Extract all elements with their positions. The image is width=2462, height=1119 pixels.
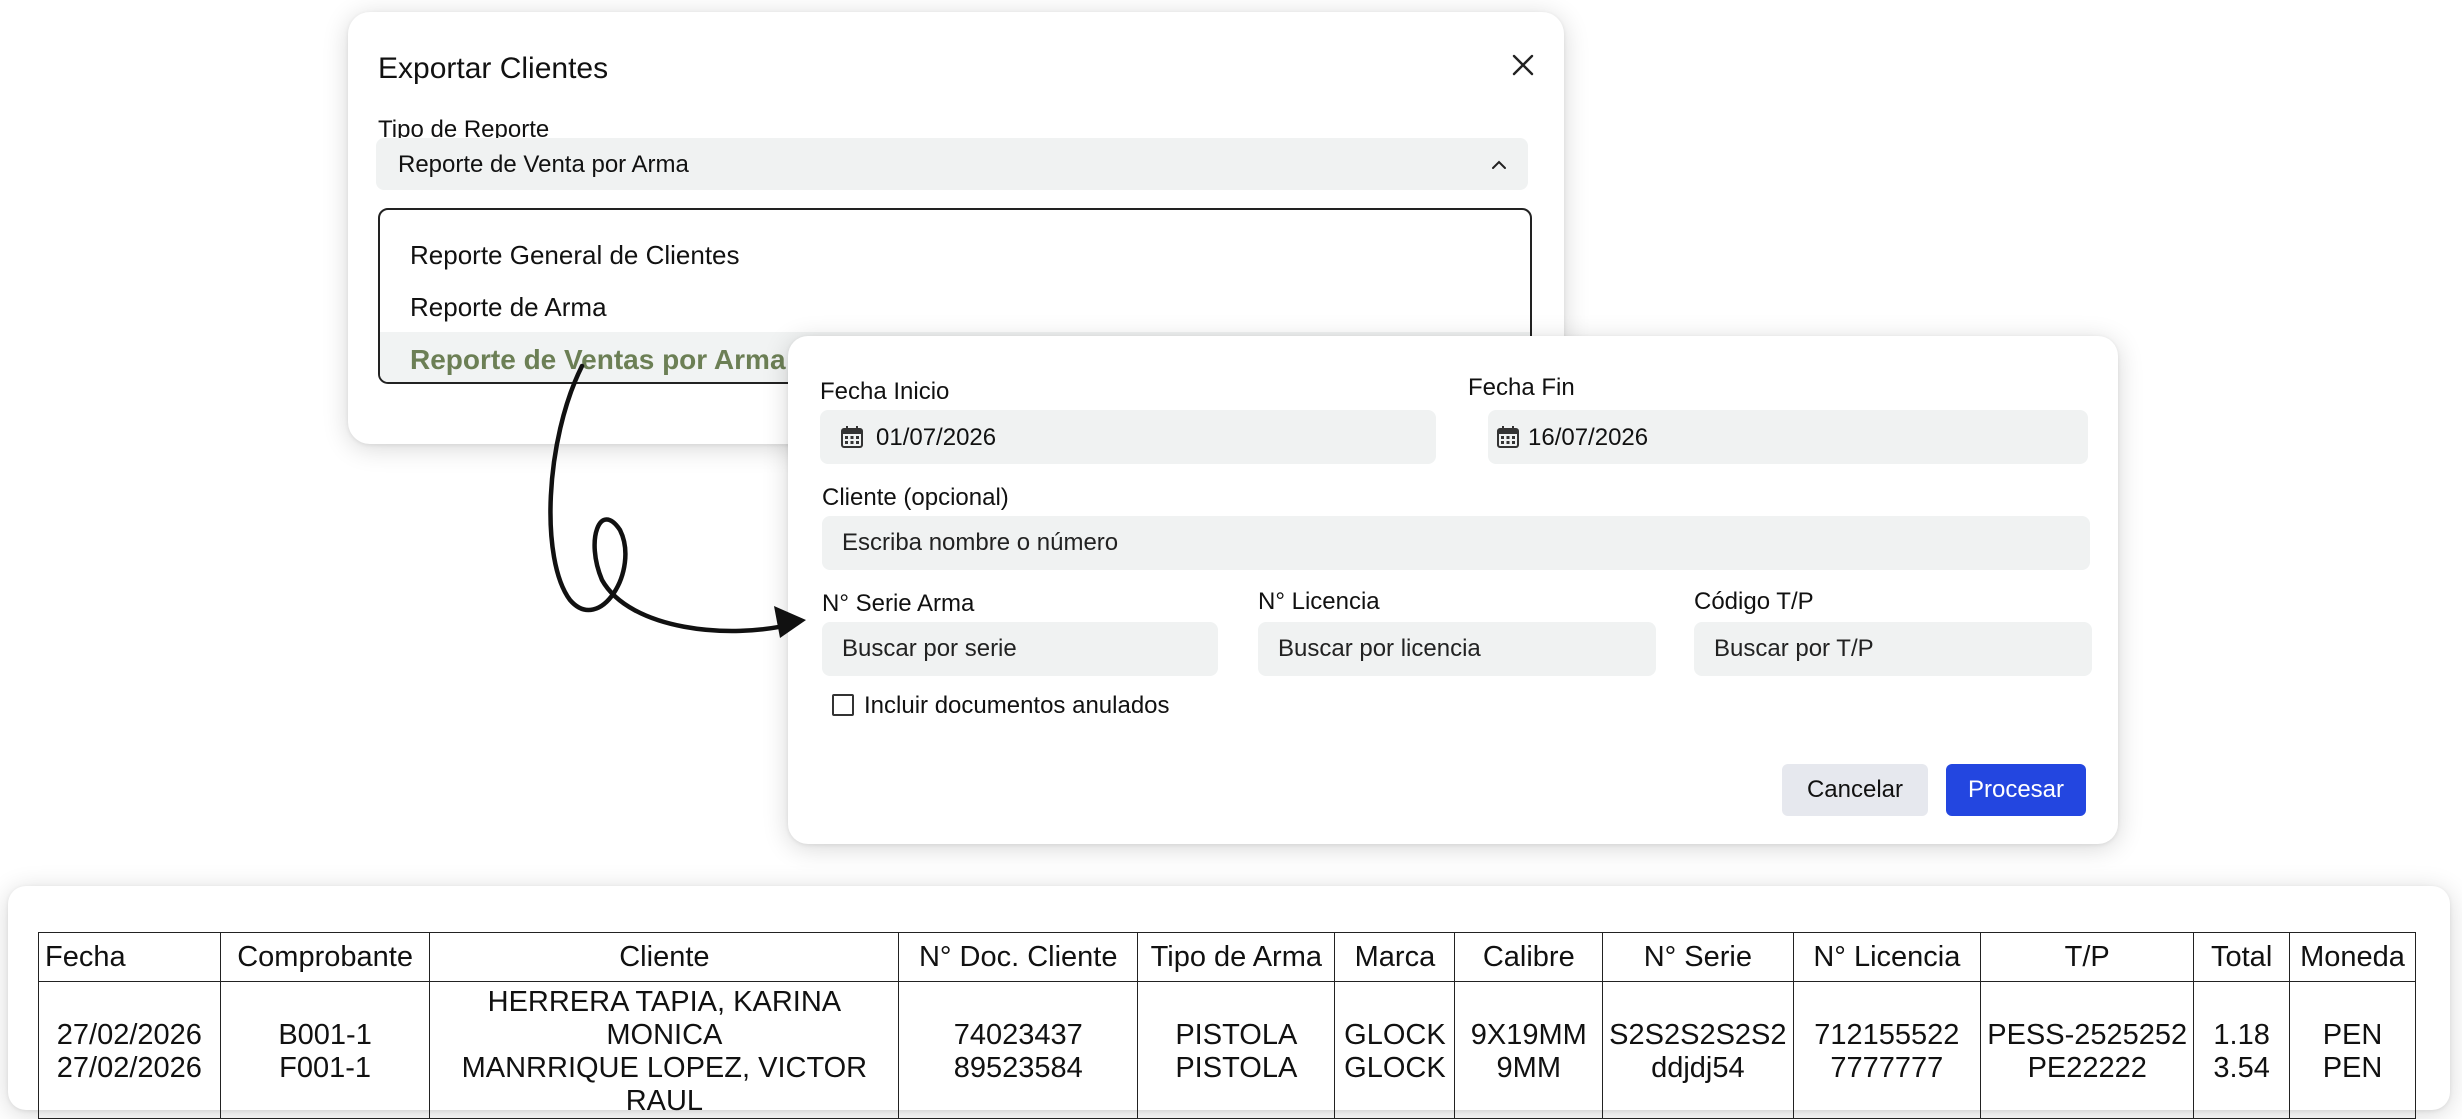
column-header: Tipo de Arma [1137, 932, 1336, 982]
report-type-value: Reporte de Venta por Arma [398, 151, 689, 178]
license-label: N° Licencia [1258, 588, 1380, 615]
table-cell: PESS-2525252 [1980, 981, 2195, 1052]
table-cell: 3.54 [2193, 1052, 2291, 1119]
table-cell: S2S2S2S2S2 [1602, 981, 1794, 1052]
table-cell: F001-1 [219, 1052, 431, 1119]
process-button[interactable]: Procesar [1946, 764, 2086, 816]
table-cell: HERRERA TAPIA, KARINA MONICA [429, 981, 900, 1052]
column-header: N° Doc. Cliente [898, 932, 1139, 982]
serial-label: N° Serie Arma [822, 590, 975, 617]
option-label: Reporte de Ventas por Arma [410, 344, 786, 375]
column-header: N° Licencia [1792, 932, 1982, 982]
end-date-value: 16/07/2026 [1528, 424, 1649, 451]
table-cell: 74023437 [898, 981, 1139, 1052]
option-label: Reporte de Arma [410, 292, 607, 322]
tp-code-label: Código T/P [1694, 588, 1814, 615]
column-header: Calibre [1454, 932, 1604, 982]
table-cell: GLOCK [1334, 1052, 1456, 1119]
tp-search-input[interactable] [1694, 622, 2092, 676]
start-date-field[interactable]: 01/07/2026 [820, 410, 1436, 464]
column-header: T/P [1980, 932, 2195, 982]
dialog-title: Exportar Clientes [378, 52, 609, 85]
table-cell: B001-1 [219, 981, 431, 1052]
include-void-checkbox[interactable] [832, 694, 854, 716]
table-cell: 27/02/2026 [38, 981, 221, 1052]
table-cell: PEN [2289, 1052, 2416, 1119]
column-header: Cliente [429, 932, 900, 982]
include-void-label: Incluir documentos anulados [864, 692, 1170, 719]
report-preview-card: Fecha Comprobante Cliente N° Doc. Client… [8, 886, 2450, 1119]
report-type-select[interactable]: Reporte de Venta por Arma [376, 138, 1528, 190]
chevron-up-icon [1492, 160, 1506, 169]
table-cell: PEN [2289, 981, 2416, 1052]
report-filters-dialog: Fecha Inicio 01/07/2026 Fecha Fin 16/07/… [788, 336, 2118, 844]
table-row: 27/02/2026 B001-1 HERRERA TAPIA, KARINA … [38, 981, 2416, 1052]
column-header: Fecha [38, 932, 221, 982]
close-icon[interactable] [1508, 50, 1538, 80]
table-cell: 89523584 [898, 1052, 1139, 1119]
serial-search-input[interactable] [822, 622, 1218, 676]
table-cell: 9MM [1454, 1052, 1604, 1119]
report-table: Fecha Comprobante Cliente N° Doc. Client… [38, 932, 2416, 1119]
column-header: Total [2193, 932, 2291, 982]
license-search-input[interactable] [1258, 622, 1656, 676]
table-cell: ddjdj54 [1602, 1052, 1794, 1119]
table-cell: 9X19MM [1454, 981, 1604, 1052]
column-header: Moneda [2289, 932, 2416, 982]
table-cell: GLOCK [1334, 981, 1456, 1052]
cancel-button[interactable]: Cancelar [1782, 764, 1928, 816]
calendar-icon [1497, 426, 1519, 448]
end-date-label: Fecha Fin [1468, 374, 1575, 401]
client-search-input[interactable] [822, 516, 2090, 570]
table-cell: PISTOLA [1137, 981, 1336, 1052]
table-row: 27/02/2026 F001-1 MANRRIQUE LOPEZ, VICTO… [38, 1052, 2416, 1119]
start-date-value: 01/07/2026 [876, 424, 997, 451]
option-label: Reporte General de Clientes [410, 240, 740, 270]
start-date-label: Fecha Inicio [820, 378, 950, 405]
table-cell: 1.18 [2193, 981, 2291, 1052]
client-label: Cliente (opcional) [822, 484, 1009, 511]
table-header-row: Fecha Comprobante Cliente N° Doc. Client… [38, 932, 2416, 982]
table-cell: 27/02/2026 [38, 1052, 221, 1119]
table-cell: 712155522 [1792, 981, 1982, 1052]
column-header: N° Serie [1602, 932, 1794, 982]
option-general-clients-report[interactable]: Reporte General de Clientes [380, 228, 1530, 280]
table-cell: PE22222 [1980, 1052, 2195, 1119]
table-cell: PISTOLA [1137, 1052, 1336, 1119]
table-cell: 7777777 [1792, 1052, 1982, 1119]
option-weapon-report[interactable]: Reporte de Arma [380, 280, 1530, 332]
column-header: Marca [1334, 932, 1456, 982]
end-date-field[interactable]: 16/07/2026 [1488, 410, 2088, 464]
calendar-icon [841, 426, 863, 448]
column-header: Comprobante [219, 932, 431, 982]
table-cell: MANRRIQUE LOPEZ, VICTOR RAUL [429, 1052, 900, 1119]
